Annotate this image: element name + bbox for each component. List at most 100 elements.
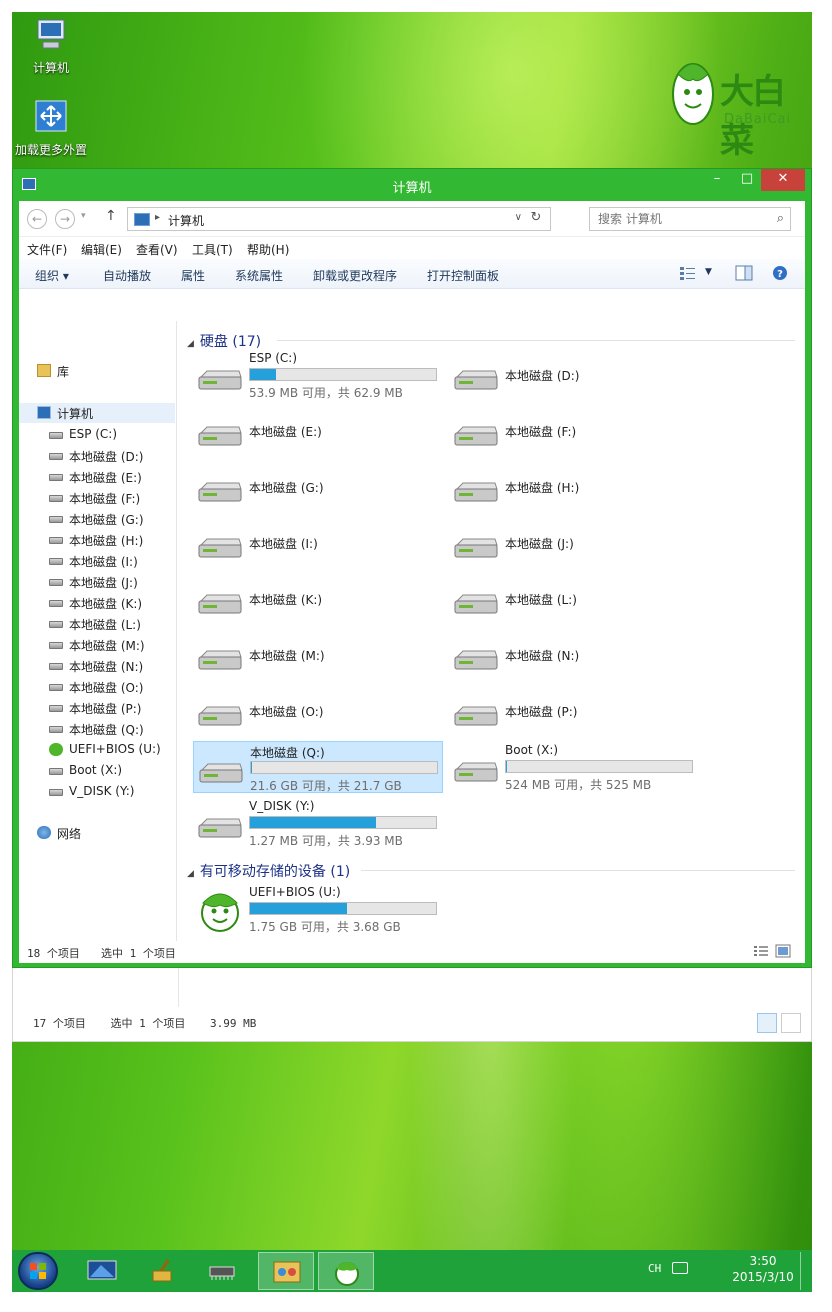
open-control-panel-button[interactable]: 打开控制面板 [427, 267, 499, 284]
show-desktop-button[interactable] [800, 1252, 810, 1290]
group-header-removable[interactable]: ◢ 有可移动存储的设备 (1) [187, 861, 350, 881]
large-icons-view-icon[interactable] [775, 944, 791, 958]
help-icon[interactable]: ? [771, 265, 789, 281]
drive-tile[interactable]: Boot (X:) 524 MB 可用，共 525 MB [449, 741, 699, 793]
drive-tile[interactable]: 本地磁盘 (J:) [449, 517, 699, 569]
minimize-button[interactable]: – [703, 169, 731, 191]
nav-drive-item[interactable]: V_DISK (Y:) [19, 782, 177, 802]
system-properties-button[interactable]: 系统属性 [235, 267, 283, 284]
hard-drive-icon [454, 426, 498, 446]
nav-drive-item[interactable]: 本地磁盘 (D:) [19, 446, 177, 466]
change-view-icon[interactable] [679, 265, 697, 281]
search-box[interactable]: ⌕ [589, 207, 791, 231]
refresh-icon[interactable]: ↻ [526, 210, 546, 225]
navigation-row: ← → ▾ ↑ ▸ 计算机 ∨ ↻ ⌕ [19, 201, 805, 237]
desktop-icon-computer[interactable]: 计算机 [12, 18, 96, 76]
breadcrumb-separator-icon[interactable]: ▸ [155, 212, 160, 223]
properties-button[interactable]: 属性 [181, 267, 205, 284]
view-options-chevron-icon[interactable]: ▼ [705, 267, 712, 277]
collapse-triangle-icon[interactable]: ◢ [187, 339, 194, 349]
input-language-indicator[interactable]: CH [648, 1262, 661, 1275]
nav-network[interactable]: 网络 [19, 823, 177, 843]
nav-drive-item[interactable]: 本地磁盘 (K:) [19, 593, 177, 613]
menu-view[interactable]: 查看(V) [136, 241, 178, 258]
address-bar[interactable]: ▸ 计算机 ∨ ↻ [127, 207, 551, 231]
drive-tile[interactable]: 本地磁盘 (I:) [193, 517, 443, 569]
nav-drive-item[interactable]: 本地磁盘 (F:) [19, 488, 177, 508]
group-header-hard-disks[interactable]: ◢ 硬盘 (17) [187, 331, 261, 351]
keyboard-icon[interactable] [672, 1262, 688, 1274]
search-input[interactable] [598, 212, 758, 226]
nav-computer[interactable]: 计算机 [19, 403, 175, 423]
drive-tile[interactable]: ESP (C:) 53.9 MB 可用，共 62.9 MB [193, 349, 443, 401]
drive-tile[interactable]: 本地磁盘 (N:) [449, 629, 699, 681]
nav-drive-item[interactable]: 本地磁盘 (I:) [19, 551, 177, 571]
close-button[interactable]: ✕ [761, 169, 805, 191]
nav-drive-item[interactable]: 本地磁盘 (M:) [19, 635, 177, 655]
drive-tile[interactable]: 本地磁盘 (E:) [193, 405, 443, 457]
hard-drive-icon [199, 763, 243, 783]
drive-tile[interactable]: 本地磁盘 (D:) [449, 349, 699, 401]
collapse-triangle-icon[interactable]: ◢ [187, 869, 194, 879]
search-icon[interactable]: ⌕ [777, 211, 784, 226]
nav-drive-item[interactable]: 本地磁盘 (N:) [19, 656, 177, 676]
drive-tile[interactable]: 本地磁盘 (F:) [449, 405, 699, 457]
tiles-view-button[interactable] [781, 1013, 801, 1033]
cabbage-usb-icon [49, 743, 63, 756]
taskbar-app-3[interactable] [194, 1252, 250, 1290]
menu-tools[interactable]: 工具(T) [192, 241, 233, 258]
drive-tile[interactable]: 本地磁盘 (O:) [193, 685, 443, 737]
nav-drive-item[interactable]: 本地磁盘 (P:) [19, 698, 177, 718]
nav-drive-item[interactable]: 本地磁盘 (G:) [19, 509, 177, 529]
nav-library[interactable]: 库 [19, 361, 177, 381]
nav-drive-label: 本地磁盘 (Q:) [69, 723, 144, 737]
taskbar-app-1[interactable] [74, 1252, 130, 1290]
nav-drive-item[interactable]: 本地磁盘 (E:) [19, 467, 177, 487]
nav-drive-item[interactable]: 本地磁盘 (H:) [19, 530, 177, 550]
drive-tile-uefi-bios[interactable]: UEFI+BIOS (U:) 1.75 GB 可用，共 3.68 GB [193, 883, 443, 935]
forward-arrow-icon[interactable]: → [55, 209, 75, 229]
organize-button[interactable]: 组织 ▾ [35, 267, 69, 284]
drive-tile[interactable]: 本地磁盘 (Q:) 21.6 GB 可用，共 21.7 GB [193, 741, 443, 793]
drive-tile[interactable]: 本地磁盘 (K:) [193, 573, 443, 625]
drive-tile[interactable]: 本地磁盘 (H:) [449, 461, 699, 513]
background-explorer-window[interactable]: 17 个项目 选中 1 个项目 3.99 MB [12, 966, 812, 1042]
menu-help[interactable]: 帮助(H) [247, 241, 289, 258]
drive-name: 本地磁盘 (O:) [249, 705, 324, 719]
up-arrow-icon[interactable]: ↑ [105, 208, 117, 224]
menu-edit[interactable]: 编辑(E) [81, 241, 122, 258]
drive-icon [49, 558, 63, 565]
nav-drive-item[interactable]: ESP (C:) [19, 425, 177, 445]
preview-pane-icon[interactable] [735, 265, 753, 281]
desktop-icon-load-external[interactable]: 加载更多外置 [12, 100, 96, 158]
system-clock[interactable]: 3:50 2015/3/10 [728, 1253, 798, 1285]
breadcrumb-computer[interactable]: 计算机 [168, 212, 204, 229]
drive-tile[interactable]: 本地磁盘 (G:) [193, 461, 443, 513]
address-dropdown-chevron-icon[interactable]: ∨ [515, 212, 522, 223]
drive-tile[interactable]: 本地磁盘 (M:) [193, 629, 443, 681]
taskbar-app-2[interactable] [134, 1252, 190, 1290]
back-arrow-icon[interactable]: ← [27, 209, 47, 229]
uninstall-program-button[interactable]: 卸载或更改程序 [313, 267, 397, 284]
details-view-icon[interactable] [753, 944, 769, 958]
recent-locations-chevron-icon[interactable]: ▾ [81, 211, 86, 221]
drive-usage-bar [249, 816, 437, 829]
nav-drive-item[interactable]: Boot (X:) [19, 761, 177, 781]
maximize-button[interactable]: □ [733, 169, 761, 191]
drive-tile[interactable]: V_DISK (Y:) 1.27 MB 可用，共 3.93 MB [193, 797, 443, 849]
drive-tile[interactable]: 本地磁盘 (P:) [449, 685, 699, 737]
drive-icon [49, 705, 63, 712]
start-button[interactable] [18, 1252, 58, 1290]
autoplay-button[interactable]: 自动播放 [103, 267, 151, 284]
nav-drive-item[interactable]: 本地磁盘 (O:) [19, 677, 177, 697]
nav-drive-item[interactable]: 本地磁盘 (Q:) [19, 719, 177, 739]
nav-drive-item[interactable]: 本地磁盘 (L:) [19, 614, 177, 634]
menu-file[interactable]: 文件(F) [27, 241, 67, 258]
title-bar[interactable]: 计算机 – □ ✕ [13, 169, 811, 201]
details-view-button[interactable] [757, 1013, 777, 1033]
taskbar-app-4[interactable] [258, 1252, 314, 1290]
drive-tile[interactable]: 本地磁盘 (L:) [449, 573, 699, 625]
nav-drive-item[interactable]: 本地磁盘 (J:) [19, 572, 177, 592]
taskbar-explorer[interactable] [318, 1252, 374, 1290]
nav-drive-item[interactable]: UEFI+BIOS (U:) [19, 740, 177, 760]
